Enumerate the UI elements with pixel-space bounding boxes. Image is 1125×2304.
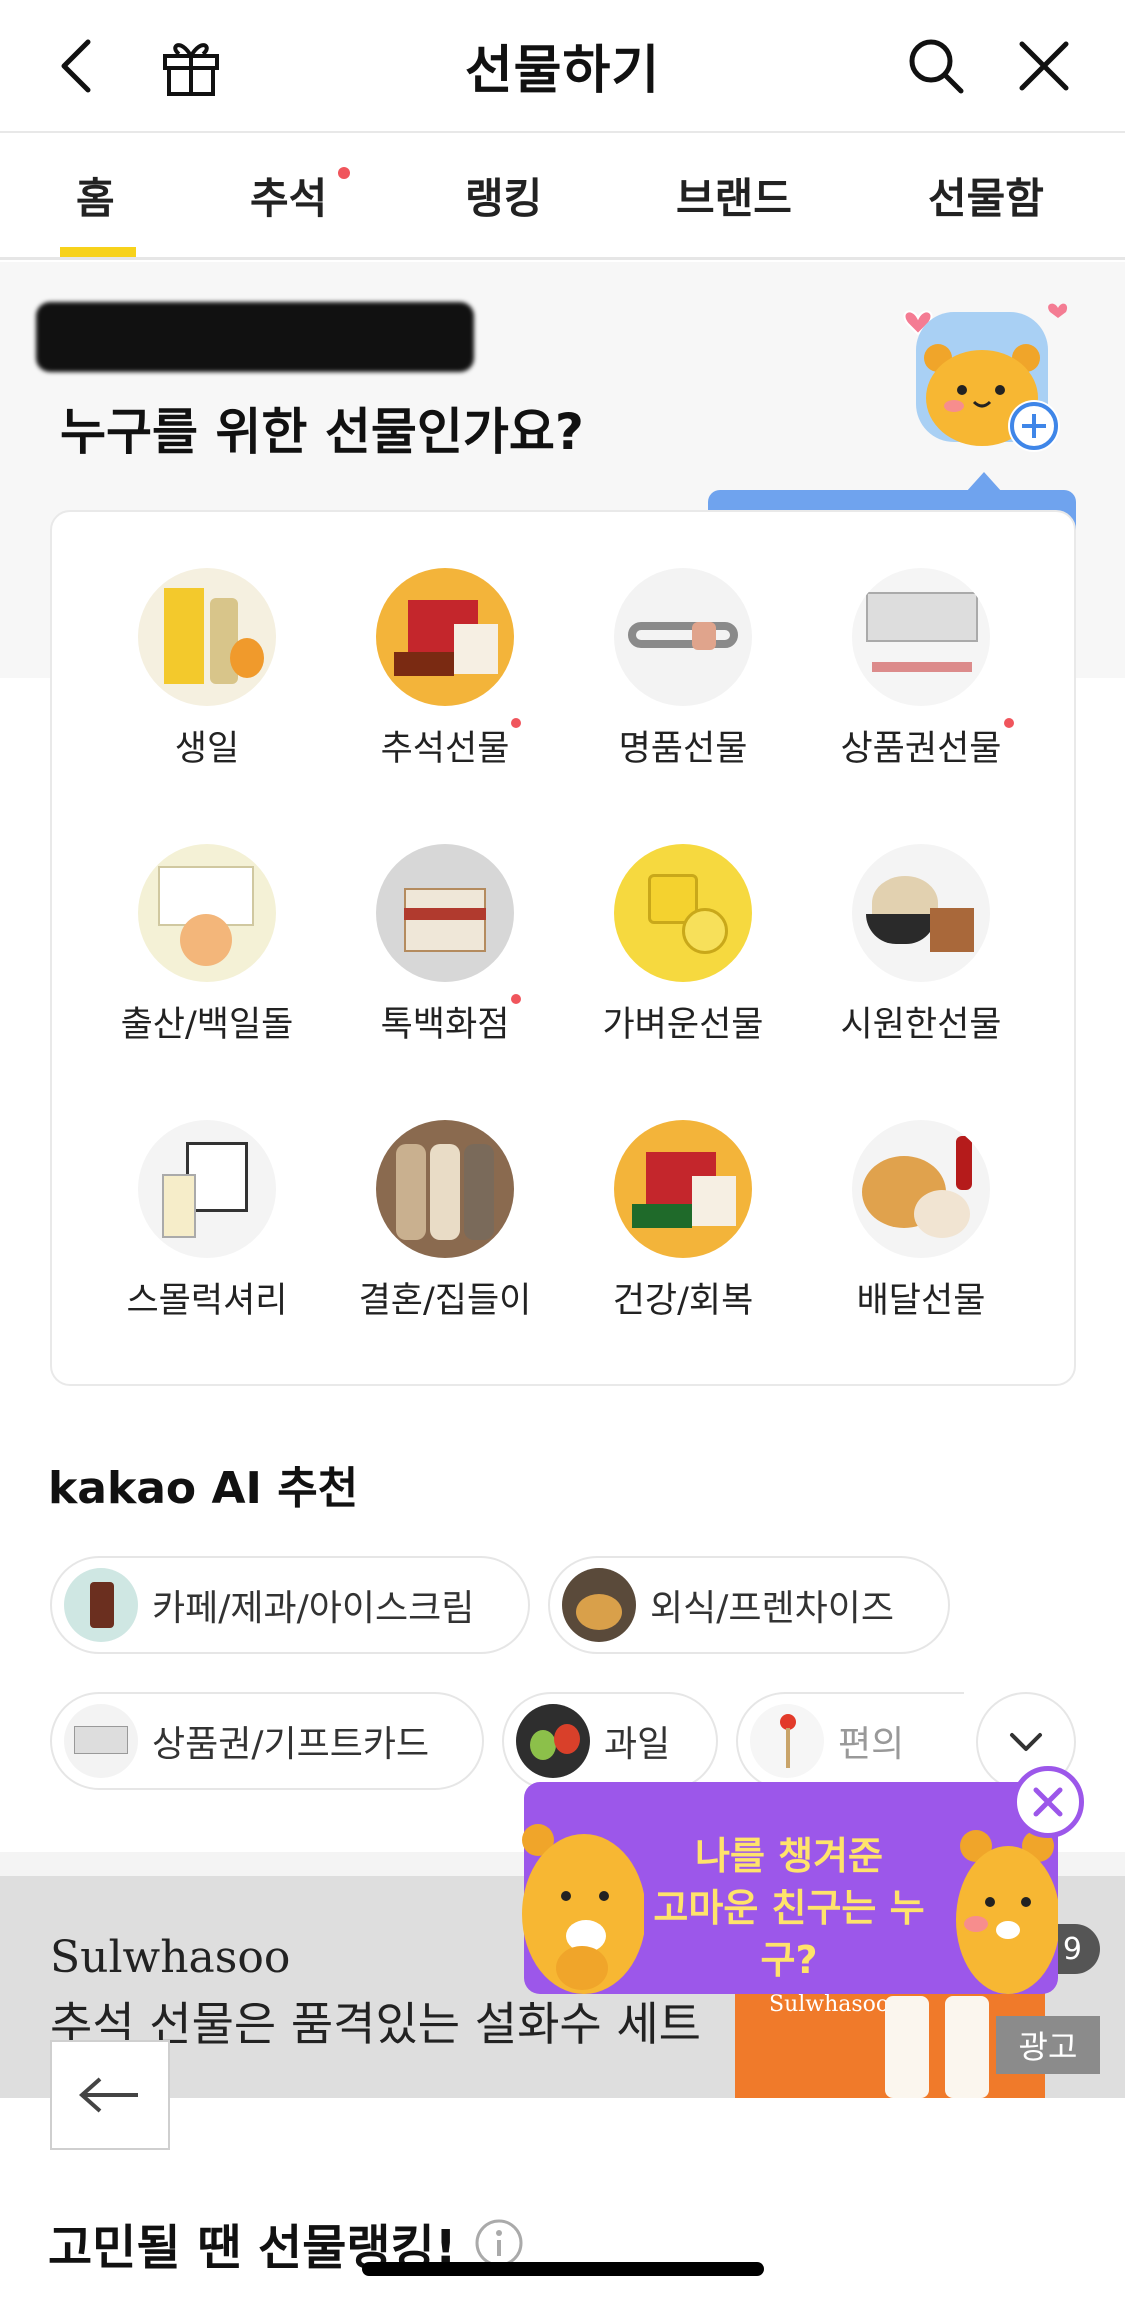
category-health[interactable]: 건강/회복 [568,1120,798,1323]
category-label: 생일 [174,729,240,769]
info-icon[interactable] [474,2218,524,2268]
popup-close-button[interactable] [1012,1766,1084,1838]
category-delivery[interactable]: 배달선물 [806,1120,1036,1323]
home-indicator [362,2262,764,2276]
popup-text: 나를 챙겨준 고마운 친구는 누구? [634,1830,944,1986]
chip-image [562,1568,636,1642]
chip-label: 외식/프렌차이즈 [650,1588,894,1629]
arrow-left-icon [78,2077,138,2113]
ryan-character-icon [522,1824,644,1994]
category-image [138,568,276,706]
chip-image [516,1704,590,1778]
new-dot [511,718,522,728]
app-header: 선물하기 [0,0,1125,133]
greeting-title: 누구를 위한 선물인가요? [60,403,584,461]
category-label: 스몰럭셔리 [126,1281,288,1321]
category-small-luxury[interactable]: 스몰럭셔리 [92,1120,322,1323]
chip-label: 상품권/기프트카드 [152,1724,430,1765]
tab-ranking[interactable]: 랭킹 [465,165,542,226]
category-image [614,568,752,706]
category-chuseok-gift[interactable]: 추석선물 [330,568,560,771]
category-wedding[interactable]: 결혼/집들이 [330,1120,560,1323]
ai-suffix: 추천 [277,1463,359,1514]
tab-bar: 홈 추석 랭킹 브랜드 선물함 [0,135,1125,260]
category-label: 가벼운선물 [602,1005,764,1045]
new-dot [338,167,350,179]
category-image [376,1120,514,1258]
tab-giftbox[interactable]: 선물함 [928,165,1044,226]
banner-prev-button[interactable] [50,2040,170,2150]
ai-section-title: kakao AI 추천 [48,1452,358,1516]
category-image [376,844,514,982]
chip-convenience[interactable]: 편의 [736,1692,964,1790]
category-label: 결혼/집들이 [358,1281,532,1321]
chip-dining[interactable]: 외식/프렌차이즈 [548,1556,950,1654]
redacted-name [36,302,474,372]
active-tab-indicator [60,247,136,257]
category-image [138,1120,276,1258]
chip-image [64,1704,138,1778]
category-baby[interactable]: 출산/백일돌 [92,844,322,1047]
category-cool-gift[interactable]: 시원한선물 [806,844,1036,1047]
tab-chuseok[interactable]: 추석 [250,165,327,226]
close-icon[interactable] [1008,30,1080,102]
category-label: 시원한선물 [840,1005,1002,1045]
category-label: 명품선물 [618,729,748,769]
chip-image [64,1568,138,1642]
chip-fruit[interactable]: 과일 [502,1692,718,1790]
category-label: 상품권선물 [840,729,1002,769]
new-dot [1003,718,1014,728]
chip-cafe[interactable]: 카페/제과/아이스크림 [50,1556,530,1654]
category-image [852,568,990,706]
product-brand: Sulwhasoo [769,1992,890,2017]
category-image [852,844,990,982]
close-icon [1033,1787,1063,1817]
banner-brand: Sulwhasoo [50,1932,291,1983]
category-label: 출산/백일돌 [120,1005,294,1045]
popup-line-1: 나를 챙겨준 [694,1834,884,1878]
tab-home[interactable]: 홈 [76,165,115,226]
category-birthday[interactable]: 생일 [92,568,322,771]
chip-label: 카페/제과/아이스크림 [152,1588,475,1629]
chip-label: 과일 [604,1724,671,1765]
chip-voucher[interactable]: 상품권/기프트카드 [50,1692,484,1790]
chip-label: 편의 [838,1724,905,1765]
tab-brand[interactable]: 브랜드 [676,165,792,226]
category-image [614,1120,752,1258]
chip-image [750,1704,824,1778]
category-luxury[interactable]: 명품선물 [568,568,798,771]
ad-badge: 광고 [996,2016,1100,2074]
popup-line-2: 고마운 친구는 누구? [653,1886,925,1982]
category-image [852,1120,990,1258]
chevron-down-icon [1010,1733,1042,1751]
category-label: 배달선물 [856,1281,986,1321]
category-voucher[interactable]: 상품권선물 [806,568,1036,771]
category-department-store[interactable]: 톡백화점 [330,844,560,1047]
category-image [138,844,276,982]
category-image [614,844,752,982]
friend-promo-popup[interactable]: 나를 챙겨준 고마운 친구는 누구? [522,1782,1058,1994]
category-label: 톡백화점 [380,1005,510,1045]
search-icon[interactable] [900,30,972,102]
category-label: 추석선물 [380,729,510,769]
category-card: 생일 추석선물 명품선물 상품권선물 출산/백일돌 톡백화점 가벼운선물 시원한… [50,510,1076,1386]
kakao-ai-brand: kakao AI [48,1463,262,1514]
category-image [376,568,514,706]
category-light-gift[interactable]: 가벼운선물 [568,844,798,1047]
new-dot [511,994,522,1004]
category-label: 건강/회복 [612,1281,754,1321]
ryan-character-icon [956,1830,1058,1994]
friend-select-avatar[interactable] [898,298,1068,458]
